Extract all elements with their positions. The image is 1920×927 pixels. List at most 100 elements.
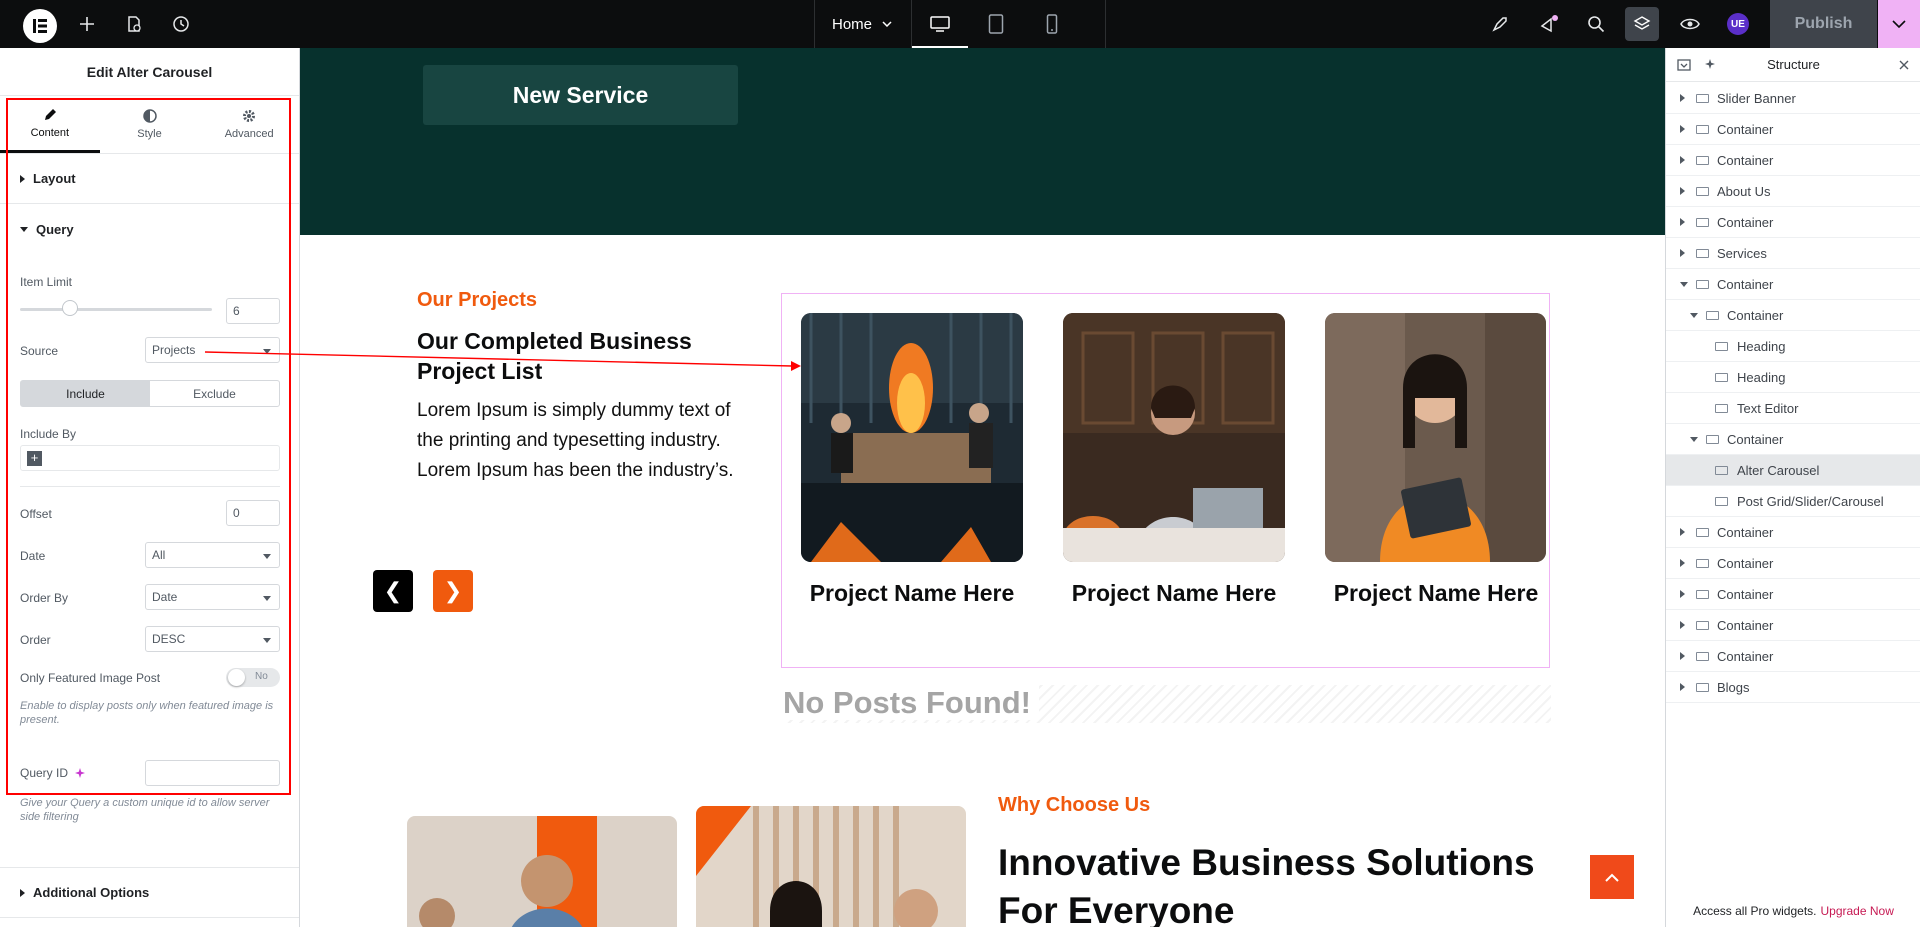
caret-right-icon[interactable] xyxy=(1680,590,1685,598)
notifications-icon[interactable] xyxy=(1529,0,1569,48)
history-icon[interactable] xyxy=(161,0,201,48)
container-icon xyxy=(1696,559,1709,568)
page-settings-icon[interactable] xyxy=(114,0,154,48)
container-icon xyxy=(1696,528,1709,537)
featured-image-toggle[interactable]: No xyxy=(226,668,280,687)
caret-right-icon[interactable] xyxy=(1680,652,1685,660)
caret-right-icon[interactable] xyxy=(1680,683,1685,691)
scroll-to-top-button[interactable] xyxy=(1590,855,1634,899)
structure-item[interactable]: Container xyxy=(1666,424,1920,455)
new-service-button[interactable]: New Service xyxy=(423,65,738,125)
section-layout[interactable]: Layout xyxy=(0,154,299,204)
project-title[interactable]: Project Name Here xyxy=(1054,580,1294,607)
structure-item[interactable]: Container xyxy=(1666,269,1920,300)
structure-item[interactable]: Container xyxy=(1666,207,1920,238)
query-id-input[interactable] xyxy=(145,760,280,786)
page-select[interactable]: Home xyxy=(814,0,912,48)
caret-right-icon[interactable] xyxy=(1680,249,1685,257)
caret-down-icon[interactable] xyxy=(1690,437,1698,442)
close-icon[interactable] xyxy=(1899,60,1909,70)
structure-item[interactable]: Post Grid/Slider/Carousel xyxy=(1666,486,1920,517)
caret-right-icon[interactable] xyxy=(1680,156,1685,164)
structure-item-label: Container xyxy=(1717,556,1774,571)
structure-item[interactable]: Container xyxy=(1666,610,1920,641)
item-limit-slider[interactable] xyxy=(20,308,212,311)
caret-down-icon[interactable] xyxy=(1680,282,1688,287)
alter-carousel-widget[interactable]: Project Name Here Project Name Here Proj… xyxy=(781,293,1550,668)
caret-right-icon[interactable] xyxy=(1680,218,1685,226)
tab-content[interactable]: Content xyxy=(0,96,100,153)
structure-item[interactable]: Container xyxy=(1666,641,1920,672)
structure-item-label: Container xyxy=(1717,618,1774,633)
preview-eye-icon[interactable] xyxy=(1670,0,1710,48)
structure-item-label: Container xyxy=(1727,308,1784,323)
add-term-icon[interactable]: + xyxy=(27,451,42,466)
caret-down-icon[interactable] xyxy=(1690,313,1698,318)
query-id-label: Query ID xyxy=(20,766,69,780)
structure-item[interactable]: Heading xyxy=(1666,331,1920,362)
structure-item[interactable]: Blogs xyxy=(1666,672,1920,703)
user-avatar[interactable]: UE xyxy=(1727,13,1749,35)
tab-style[interactable]: Style xyxy=(100,96,200,153)
caret-right-icon[interactable] xyxy=(1680,187,1685,195)
project-title[interactable]: Project Name Here xyxy=(792,580,1032,607)
structure-item[interactable]: Alter Carousel xyxy=(1666,455,1920,486)
structure-item[interactable]: About Us xyxy=(1666,176,1920,207)
source-select[interactable]: Projects xyxy=(145,337,280,363)
structure-item-label: Alter Carousel xyxy=(1737,463,1820,478)
caret-right-icon[interactable] xyxy=(1680,125,1685,133)
caret-right-icon[interactable] xyxy=(1680,621,1685,629)
structure-item[interactable]: Container xyxy=(1666,145,1920,176)
project-image[interactable] xyxy=(1063,313,1285,562)
rocket-icon[interactable] xyxy=(1480,0,1520,48)
include-button[interactable]: Include xyxy=(21,381,150,406)
section-additional-options[interactable]: Additional Options xyxy=(0,868,299,918)
date-select[interactable]: All xyxy=(145,542,280,568)
include-by-field[interactable]: + xyxy=(20,445,280,471)
structure-item-label: Container xyxy=(1717,153,1774,168)
half-circle-icon xyxy=(142,109,157,123)
publish-options-button[interactable] xyxy=(1878,0,1920,48)
container-icon xyxy=(1696,249,1709,258)
structure-item[interactable]: Container xyxy=(1666,548,1920,579)
structure-item[interactable]: Services xyxy=(1666,238,1920,269)
section-query[interactable]: Query xyxy=(0,204,299,254)
project-title[interactable]: Project Name Here xyxy=(1316,580,1556,607)
layers-icon[interactable] xyxy=(1622,0,1662,48)
structure-item[interactable]: Container xyxy=(1666,114,1920,145)
structure-item[interactable]: Text Editor xyxy=(1666,393,1920,424)
structure-item[interactable]: Heading xyxy=(1666,362,1920,393)
why-eyebrow: Why Choose Us xyxy=(998,794,1151,816)
order-by-select[interactable]: Date xyxy=(145,584,280,610)
container-icon xyxy=(1696,94,1709,103)
search-icon[interactable] xyxy=(1576,0,1616,48)
caret-right-icon[interactable] xyxy=(1680,94,1685,102)
tab-advanced[interactable]: Advanced xyxy=(199,96,299,153)
structure-item[interactable]: Slider Banner xyxy=(1666,83,1920,114)
item-limit-input[interactable]: 6 xyxy=(226,298,280,324)
carousel-next-button[interactable]: ❯ xyxy=(433,570,473,612)
carousel-prev-button[interactable]: ❮ xyxy=(373,570,413,612)
upgrade-now-link[interactable]: Upgrade Now xyxy=(1821,904,1894,918)
offset-input[interactable]: 0 xyxy=(226,500,280,526)
structure-item[interactable]: Container xyxy=(1666,579,1920,610)
project-image[interactable] xyxy=(1325,313,1546,562)
ai-sparkle-icon[interactable] xyxy=(74,767,86,779)
structure-item-label: Heading xyxy=(1737,370,1786,385)
structure-item-label: Container xyxy=(1727,432,1784,447)
tablet-view-icon[interactable] xyxy=(968,0,1024,48)
publish-button[interactable]: Publish xyxy=(1770,0,1877,48)
desktop-view-icon[interactable] xyxy=(912,0,968,48)
structure-item[interactable]: Container xyxy=(1666,517,1920,548)
order-select[interactable]: DESC xyxy=(145,626,280,652)
add-element-icon[interactable] xyxy=(67,0,107,48)
project-image[interactable] xyxy=(801,313,1023,562)
caret-right-icon[interactable] xyxy=(1680,559,1685,567)
exclude-button[interactable]: Exclude xyxy=(150,381,279,406)
mobile-view-icon[interactable] xyxy=(1024,0,1080,48)
elementor-logo-icon[interactable] xyxy=(23,9,57,43)
why-heading: Innovative Business Solutions For Everyo… xyxy=(998,839,1535,927)
caret-right-icon[interactable] xyxy=(1680,528,1685,536)
item-limit-slider-handle[interactable] xyxy=(62,300,78,316)
structure-item[interactable]: Container xyxy=(1666,300,1920,331)
